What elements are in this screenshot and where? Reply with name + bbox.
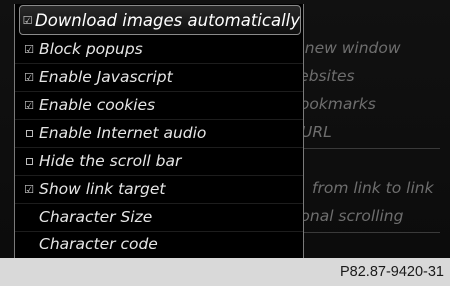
option-block-popups[interactable]: ☑ Block popups (15, 35, 303, 63)
background-menu-item: from link to link (312, 179, 434, 197)
background-divider (300, 232, 440, 233)
option-enable-cookies[interactable]: ☑ Enable cookies (15, 91, 303, 119)
checkbox-checked-icon: ☑ (24, 98, 34, 112)
background-menu-item: tional scrolling (290, 207, 404, 225)
checkbox-checked-icon: ☑ (24, 42, 34, 56)
option-show-link-target[interactable]: ☑ Show link target (15, 175, 303, 203)
option-label: Show link target (39, 180, 166, 198)
checkbox-empty-icon (21, 129, 37, 137)
background-divider (300, 148, 440, 149)
option-character-size[interactable]: Character Size (15, 203, 303, 231)
option-label: Enable cookies (39, 96, 156, 114)
background-menu-item: n new window (290, 39, 401, 57)
option-label: Character code (39, 235, 158, 253)
checkbox-checked-icon: ☑ (22, 13, 33, 27)
browser-settings-dropdown: ☑ Download images automatically ☑ Block … (14, 4, 304, 258)
option-label: Hide the scroll bar (39, 152, 182, 170)
option-download-images[interactable]: ☑ Download images automatically (19, 5, 301, 35)
checkbox-checked-icon: ☑ (24, 182, 34, 196)
option-label: Character Size (39, 208, 153, 226)
option-enable-javascript[interactable]: ☑ Enable Javascript (15, 63, 303, 91)
figure-reference-code: P82.87-9420-31 (340, 264, 444, 280)
option-character-code[interactable]: Character code (15, 230, 303, 258)
option-enable-internet-audio[interactable]: Enable Internet audio (15, 119, 303, 147)
figure-reference-bar: P82.87-9420-31 (0, 258, 450, 286)
checkbox-checked-icon: ☑ (24, 70, 34, 84)
option-label: Download images automatically (35, 10, 300, 30)
option-label: Enable Javascript (39, 68, 173, 86)
option-label: Block popups (39, 40, 143, 58)
option-label: Enable Internet audio (39, 124, 207, 142)
option-hide-scroll-bar[interactable]: Hide the scroll bar (15, 147, 303, 175)
checkbox-empty-icon (21, 157, 37, 165)
browser-options-screen: n new window vebsites bookmarks t URL n … (0, 0, 450, 258)
